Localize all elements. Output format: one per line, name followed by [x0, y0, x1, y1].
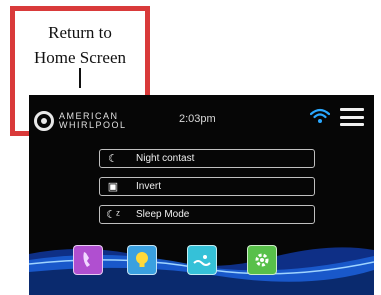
callout-line-2: Home Screen — [33, 48, 127, 67]
callout-line-1: Return to — [48, 23, 112, 42]
sleep-mode-button[interactable]: ☾ᶻ Sleep Mode — [99, 205, 315, 224]
lightbulb-icon — [136, 252, 148, 267]
device-screen: AMERICAN WHIRLPOOL 2:03pm ☾ Night contas… — [29, 95, 374, 295]
clock: 2:03pm — [179, 113, 216, 125]
night-contrast-button[interactable]: ☾ Night contast — [99, 149, 315, 168]
callout-pointer — [79, 68, 81, 88]
sleep-mode-label: Sleep Mode — [136, 209, 190, 220]
phone-icon — [83, 252, 90, 267]
whirlpool-logo-icon — [34, 111, 54, 131]
brand-name: AMERICAN WHIRLPOOL — [59, 112, 127, 130]
phone-tile-button[interactable] — [73, 245, 103, 275]
wifi-icon — [310, 108, 330, 123]
spa-tile-button[interactable] — [187, 245, 217, 275]
night-contrast-label: Night contast — [136, 153, 195, 164]
gear-icon — [255, 253, 269, 267]
moon-icon: ☾ — [108, 153, 118, 165]
sleep-icon: ☾ᶻ — [106, 209, 120, 221]
light-tile-button[interactable] — [127, 245, 157, 275]
spa-icon — [193, 255, 211, 266]
invert-icon: ▣ — [107, 181, 119, 193]
callout-label: Return to Home Screen — [15, 20, 145, 70]
home-logo-button[interactable]: AMERICAN WHIRLPOOL — [34, 111, 127, 131]
menu-hamburger-icon[interactable] — [340, 108, 364, 126]
settings-tile-button[interactable] — [247, 245, 277, 275]
invert-button[interactable]: ▣ Invert — [99, 177, 315, 196]
brand-line-2: WHIRLPOOL — [59, 120, 127, 130]
invert-label: Invert — [136, 181, 162, 192]
